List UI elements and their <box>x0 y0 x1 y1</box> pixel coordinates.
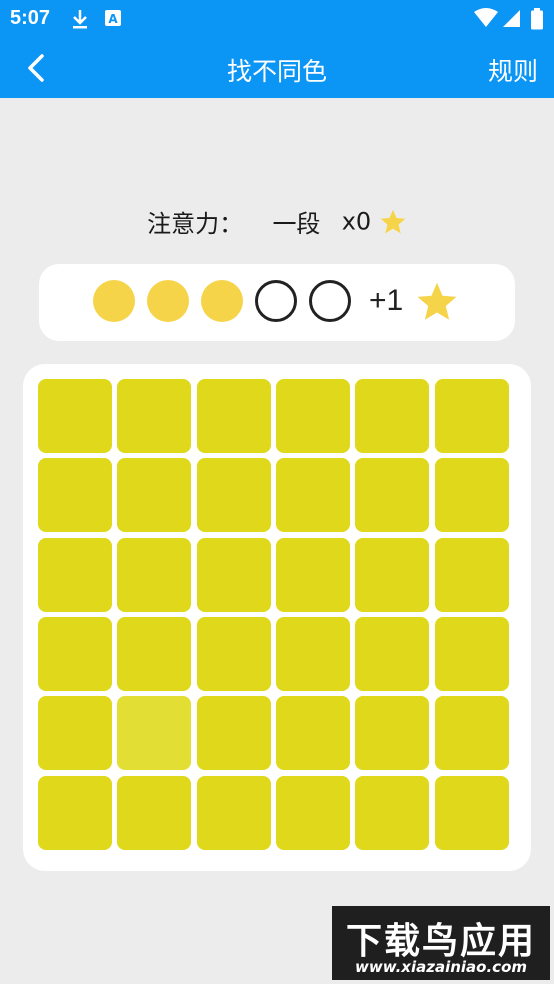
color-tile[interactable] <box>117 379 191 453</box>
app-bar: 找不同色 规则 <box>0 38 554 98</box>
download-icon <box>73 10 87 29</box>
color-tile[interactable] <box>197 617 271 691</box>
color-tile[interactable] <box>38 379 112 453</box>
wifi-icon <box>474 8 498 27</box>
status-bar: 5:07 A <box>0 0 554 38</box>
color-tile[interactable] <box>435 458 509 532</box>
progress-dot-filled <box>93 280 135 322</box>
progress-card: +1 <box>39 264 515 341</box>
color-tile[interactable] <box>435 617 509 691</box>
color-tile[interactable] <box>197 379 271 453</box>
color-tile[interactable] <box>276 696 350 770</box>
color-tile[interactable] <box>355 458 429 532</box>
watermark: 下载鸟应用 www.xiazainiao.com <box>332 906 550 980</box>
color-tile[interactable] <box>117 538 191 612</box>
reward-star-icon <box>417 282 457 320</box>
progress-dot-filled <box>147 280 189 322</box>
battery-icon <box>531 8 543 30</box>
color-tile[interactable] <box>197 696 271 770</box>
color-tile[interactable] <box>38 538 112 612</box>
color-tile[interactable] <box>38 458 112 532</box>
color-tile[interactable] <box>276 458 350 532</box>
color-tile[interactable] <box>276 538 350 612</box>
level-indicator: 注意力： 一段 x0 <box>0 204 554 239</box>
color-tile[interactable] <box>276 776 350 850</box>
color-tile[interactable] <box>276 617 350 691</box>
color-tile[interactable] <box>197 776 271 850</box>
level-label: 注意力： <box>147 210 244 238</box>
progress-dot-filled <box>201 280 243 322</box>
game-board <box>23 364 531 871</box>
color-tile[interactable] <box>117 696 191 770</box>
watermark-title: 下载鸟应用 <box>345 921 536 962</box>
page-title: 找不同色 <box>226 57 327 86</box>
level-rank: 一段 <box>272 210 321 238</box>
color-tile[interactable] <box>355 617 429 691</box>
color-tile[interactable] <box>355 379 429 453</box>
star-multiplier: x0 <box>341 207 372 236</box>
color-tile[interactable] <box>117 458 191 532</box>
status-time: 5:07 <box>10 7 51 29</box>
color-tile[interactable] <box>38 696 112 770</box>
color-tile[interactable] <box>197 458 271 532</box>
color-tile[interactable] <box>117 617 191 691</box>
color-tile[interactable] <box>276 379 350 453</box>
color-tile[interactable] <box>435 776 509 850</box>
color-tile[interactable] <box>38 776 112 850</box>
color-tile[interactable] <box>117 776 191 850</box>
progress-dot-empty <box>309 280 351 322</box>
color-tile[interactable] <box>38 617 112 691</box>
color-tile[interactable] <box>435 379 509 453</box>
color-tile[interactable] <box>355 696 429 770</box>
svg-text:A: A <box>108 12 118 26</box>
color-tile[interactable] <box>355 538 429 612</box>
color-tile[interactable] <box>435 538 509 612</box>
watermark-url: www.xiazainiao.com <box>354 958 528 976</box>
signal-icon <box>503 10 520 27</box>
star-icon <box>380 209 406 233</box>
color-tile[interactable] <box>197 538 271 612</box>
rules-button[interactable]: 规则 <box>488 52 538 88</box>
color-tile[interactable] <box>435 696 509 770</box>
reward-label: +1 <box>369 284 404 317</box>
color-tile[interactable] <box>355 776 429 850</box>
progress-dot-empty <box>255 280 297 322</box>
a-app-icon: A <box>105 10 121 26</box>
